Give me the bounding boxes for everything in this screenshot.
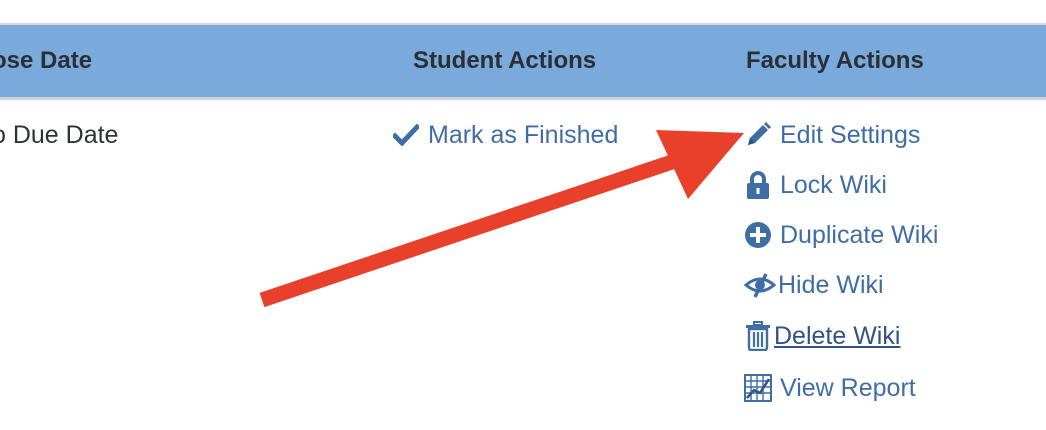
header-student-actions: Student Actions bbox=[413, 47, 597, 74]
checkmark-icon bbox=[392, 120, 420, 150]
lock-icon bbox=[744, 170, 772, 200]
edit-settings-link[interactable]: Edit Settings bbox=[744, 120, 920, 150]
mark-as-finished-link[interactable]: Mark as Finished bbox=[392, 120, 618, 150]
header-divider bbox=[0, 97, 1046, 100]
delete-wiki-link[interactable]: Delete Wiki bbox=[744, 321, 900, 351]
header-faculty-actions: Faculty Actions bbox=[746, 47, 924, 74]
wiki-table-view: ose Date Student Actions Faculty Actions… bbox=[0, 0, 1046, 430]
view-report-link[interactable]: View Report bbox=[744, 373, 916, 403]
eye-slash-icon bbox=[744, 270, 776, 300]
close-date-cell: o Due Date bbox=[0, 121, 119, 149]
pencil-icon bbox=[744, 120, 772, 150]
duplicate-wiki-link[interactable]: Duplicate Wiki bbox=[744, 220, 938, 250]
trash-icon bbox=[744, 321, 772, 351]
lock-wiki-link[interactable]: Lock Wiki bbox=[744, 170, 887, 200]
view-report-label: View Report bbox=[780, 374, 916, 402]
report-grid-icon bbox=[744, 373, 772, 403]
hide-wiki-label: Hide Wiki bbox=[778, 271, 884, 299]
delete-wiki-label: Delete Wiki bbox=[774, 322, 901, 350]
edit-settings-label: Edit Settings bbox=[780, 121, 921, 149]
mark-as-finished-label: Mark as Finished bbox=[428, 121, 619, 149]
duplicate-wiki-label: Duplicate Wiki bbox=[780, 221, 939, 249]
hide-wiki-link[interactable]: Hide Wiki bbox=[744, 270, 884, 300]
header-close-date: ose Date bbox=[0, 47, 93, 74]
plus-circle-icon bbox=[744, 220, 772, 250]
lock-wiki-label: Lock Wiki bbox=[780, 171, 887, 199]
